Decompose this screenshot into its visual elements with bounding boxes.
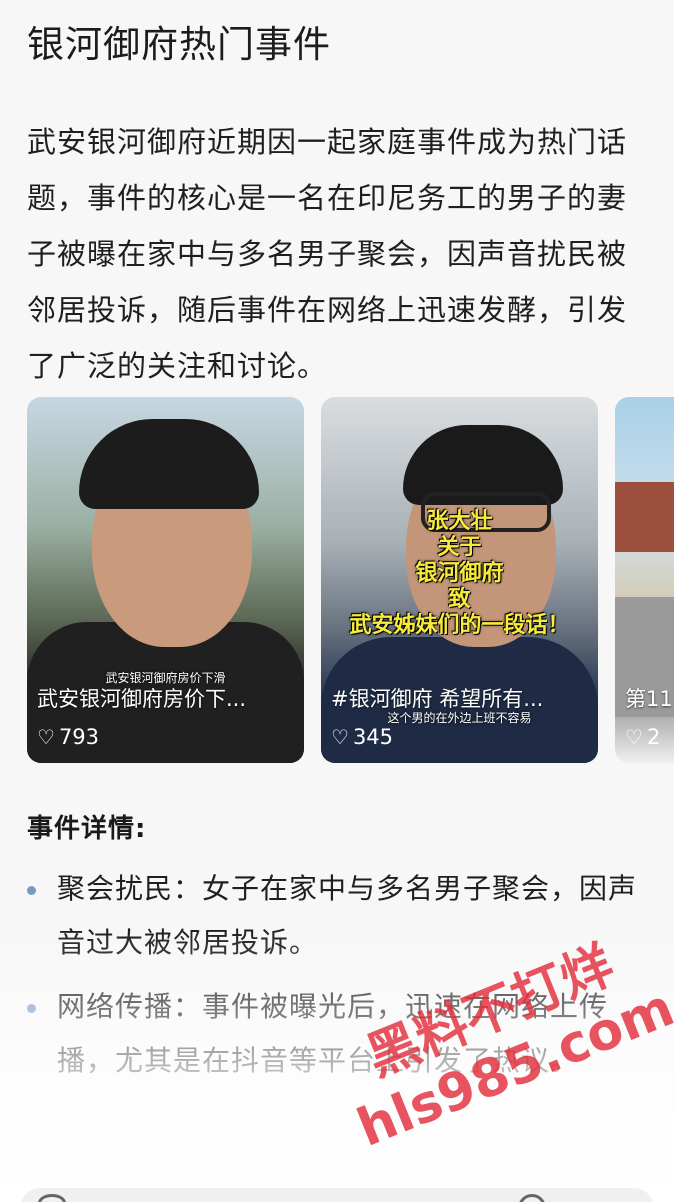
bottom-toolbar	[20, 1188, 654, 1202]
heart-icon: ♡	[331, 725, 349, 749]
photo-shape	[79, 419, 259, 509]
like-count: 345	[352, 725, 394, 749]
bullet-dot-icon	[27, 886, 36, 895]
circle-button-icon[interactable]	[518, 1194, 546, 1202]
article-title: 银河御府热门事件	[27, 23, 331, 66]
video-carousel[interactable]: 武安银河御府房价下滑 武安银河御府房价下... ♡ 793 张大壮 关于 银河御…	[27, 397, 674, 765]
video-card[interactable]: 武安银河御府房价下滑 武安银河御府房价下... ♡ 793	[27, 397, 304, 763]
article-page: 银河御府热门事件 武安银河御府近期因一起家庭事件成为热门话题，事件的核心是一名在…	[0, 0, 674, 1202]
overlay-line: 武安姊妹们的一段话！	[349, 613, 570, 638]
video-overlay-lines: 张大壮 关于 银河御府 致 武安姊妹们的一段话！	[321, 509, 598, 639]
bullet-dot-icon	[27, 1004, 36, 1013]
details-heading: 事件详情:	[27, 814, 147, 844]
video-card-title: #银河御府 希望所有...	[331, 687, 544, 711]
photo-shape	[615, 482, 674, 552]
like-count: 793	[58, 725, 100, 749]
video-card[interactable]: 第11 ♡ 2	[615, 397, 674, 763]
article-intro: 武安银河御府近期因一起家庭事件成为热门话题，事件的核心是一名在印尼务工的男子的妻…	[27, 125, 628, 383]
like-count: 2	[646, 725, 661, 749]
video-like-count[interactable]: ♡ 345	[331, 725, 393, 749]
video-card-title: 武安银河御府房价下...	[37, 687, 247, 711]
list-item-text: 网络传播：事件被曝光后，迅速在网络上传播，尤其是在抖音等平台上引发了热议。	[57, 990, 609, 1077]
chat-icon[interactable]	[38, 1194, 66, 1202]
video-card[interactable]: 张大壮 关于 银河御府 致 武安姊妹们的一段话！ 这个男的在外边上班不容易 #银…	[321, 397, 598, 763]
video-card-title: 第11	[625, 687, 673, 711]
details-list: 聚会扰民：女子在家中与多名男子聚会，因声音过大被邻居投诉。 网络传播：事件被曝光…	[27, 862, 637, 1098]
heart-icon: ♡	[625, 725, 643, 749]
list-item: 网络传播：事件被曝光后，迅速在网络上传播，尤其是在抖音等平台上引发了热议。	[27, 980, 637, 1088]
overlay-line: 张大壮	[426, 509, 493, 534]
video-like-count[interactable]: ♡ 793	[37, 725, 99, 749]
overlay-line: 关于	[437, 535, 482, 560]
list-item: 聚会扰民：女子在家中与多名男子聚会，因声音过大被邻居投诉。	[27, 862, 637, 970]
list-item-text: 聚会扰民：女子在家中与多名男子聚会，因声音过大被邻居投诉。	[57, 872, 638, 959]
overlay-line: 银河御府	[415, 561, 504, 586]
overlay-line: 致	[448, 587, 471, 612]
heart-icon: ♡	[37, 725, 55, 749]
video-like-count[interactable]: ♡ 2	[625, 725, 660, 749]
